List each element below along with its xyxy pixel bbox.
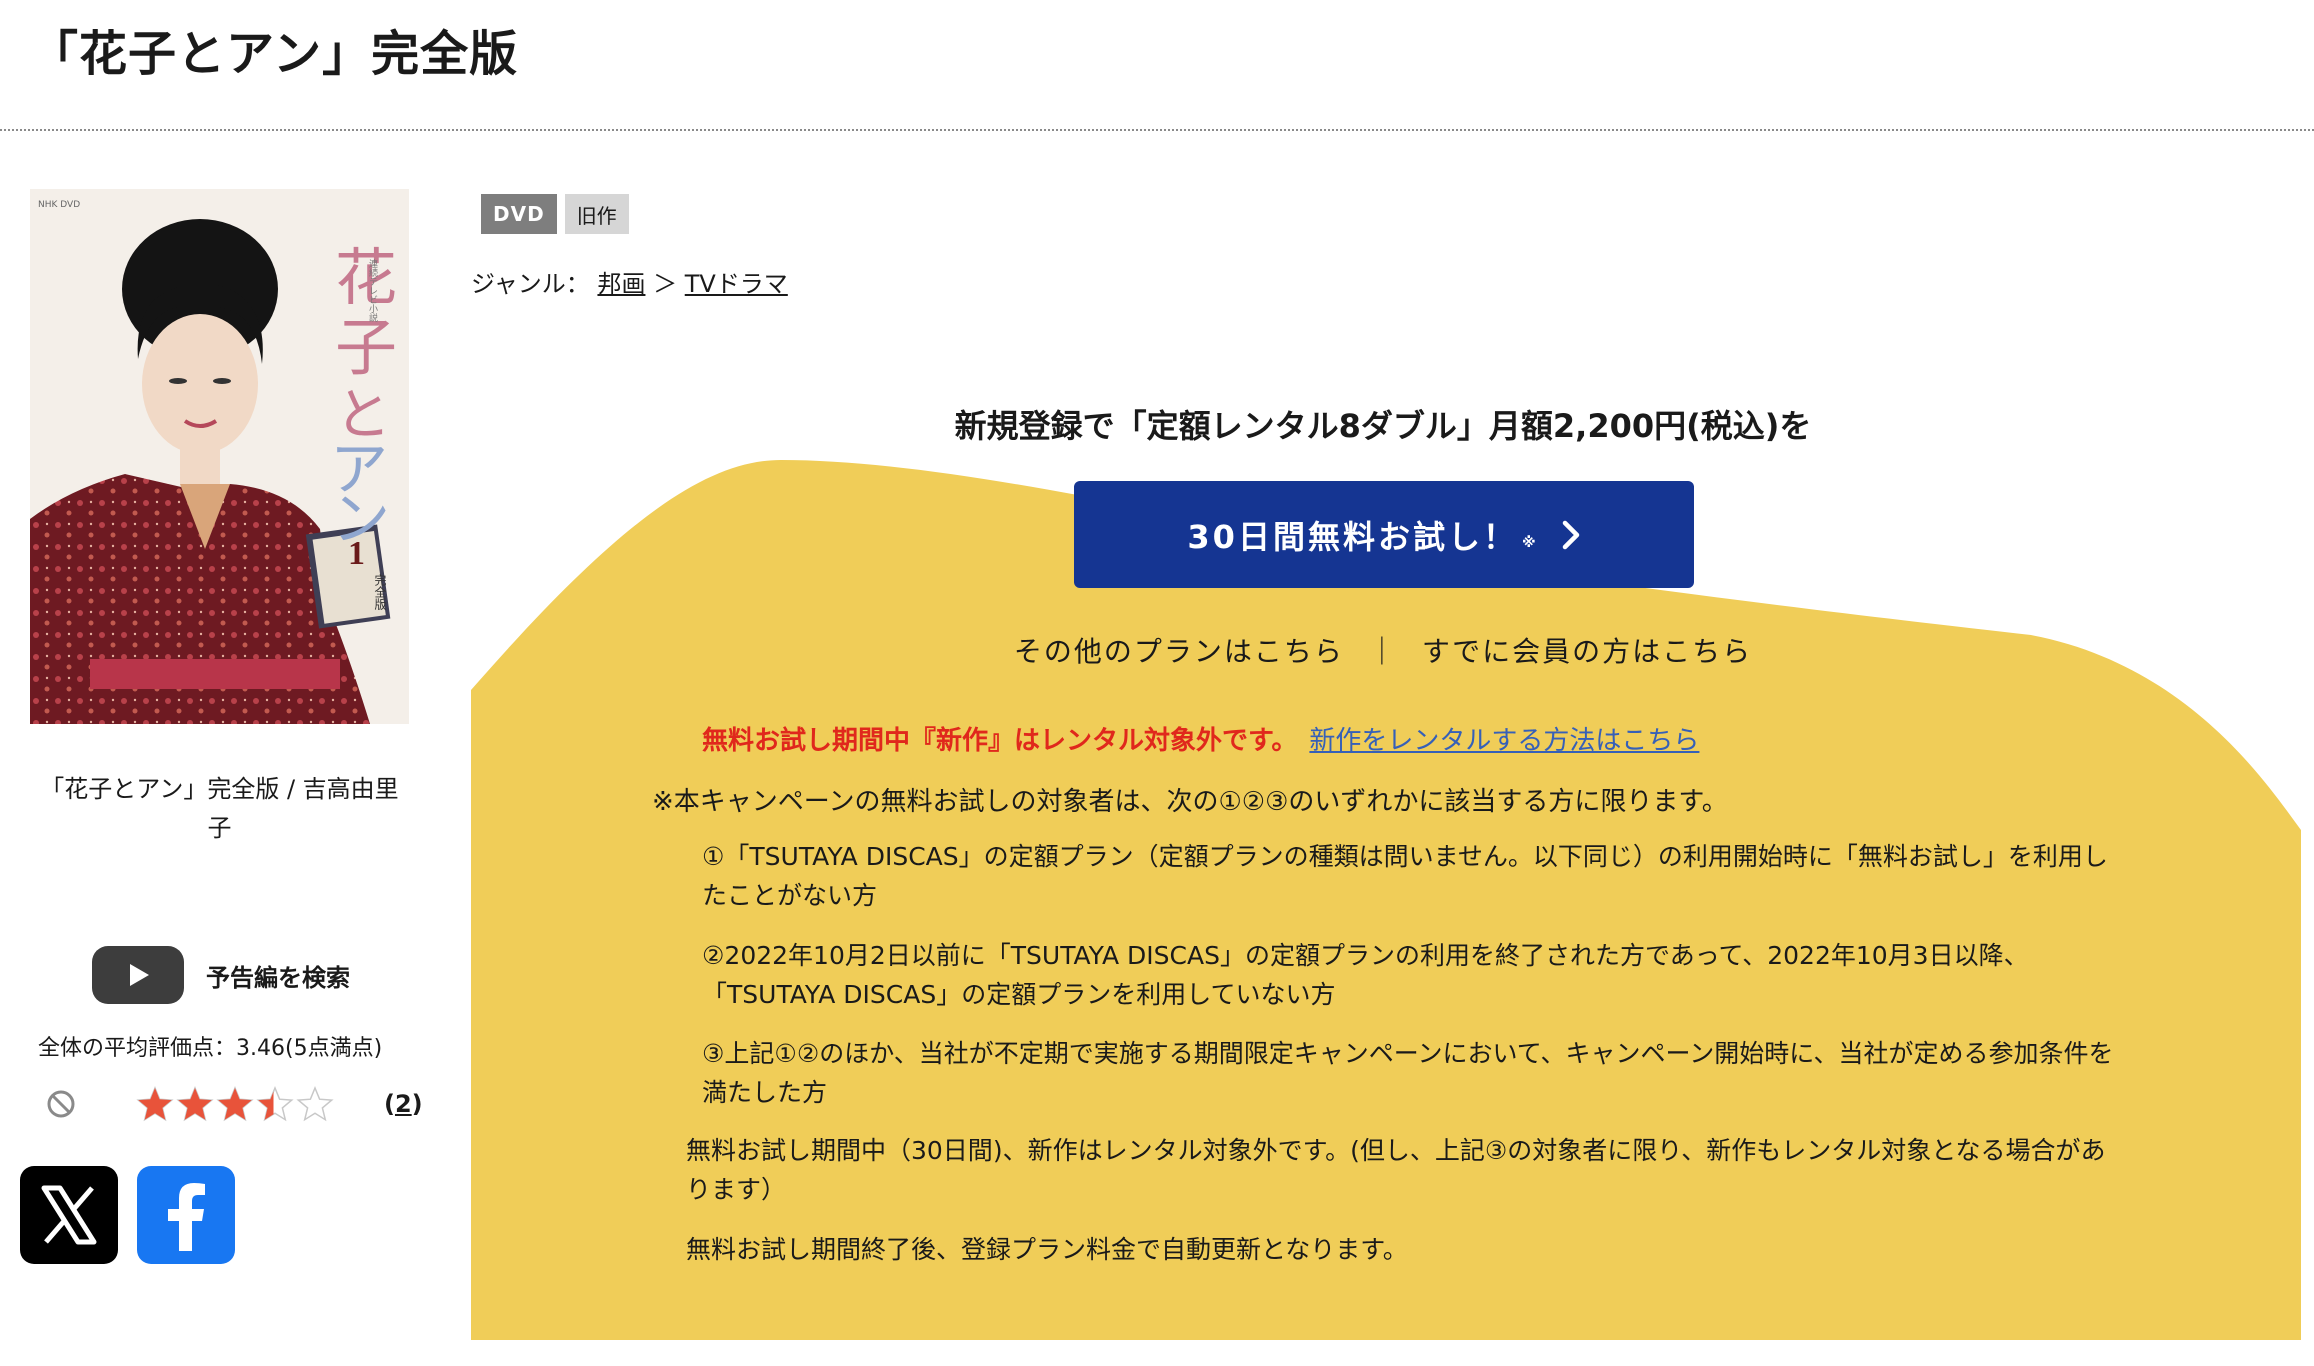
free-trial-button-label[interactable]: 30日間無料お試し！ — [1187, 512, 1518, 558]
rating-row: (2) — [46, 1086, 423, 1122]
eligibility-condition-1: ①「TSUTAYA DISCAS」の定額プラン（定額プランの種類は問いません。以… — [702, 842, 2108, 910]
star-rating — [136, 1086, 334, 1122]
average-rating-value: 3.46(5点満点) — [236, 1036, 383, 1061]
cover-title-char: 花 — [335, 245, 397, 313]
cover-logo: NHK DVD — [38, 200, 80, 210]
genre-breadcrumb: ジャンル： 邦画 ＞ TVドラマ — [471, 264, 788, 299]
product-name: 「花子とアン」完全版 / 吉高由里子 — [40, 775, 399, 842]
star-icon — [296, 1086, 334, 1122]
badge-dvd: DVD — [481, 194, 557, 234]
review-count[interactable]: (2) — [384, 1090, 423, 1118]
trailer-search-label[interactable]: 予告編を検索 — [206, 958, 350, 993]
new-release-warning-text: 無料お試し期間中『新作』はレンタル対象外です。 — [702, 726, 1298, 756]
campaign-headline: 新規登録で「定額レンタル8ダブル」月額2,200円(税込)を — [954, 407, 1812, 445]
trailer-search[interactable]: 予告編を検索 — [92, 946, 350, 1004]
genre-link-tv-drama[interactable]: TVドラマ — [685, 270, 788, 298]
average-rating: 全体の平均評価点：3.46(5点満点) — [38, 1030, 382, 1062]
dvd-cover-image[interactable]: 花 子 と ア ン 連続テレビ小説 NHK DVD 1 完全版 — [30, 189, 409, 724]
genre-link-hoga[interactable]: 邦画 — [597, 270, 645, 298]
genre-separator: ＞ — [653, 270, 678, 298]
new-release-rental-link[interactable]: 新作をレンタルする方法はこちら — [1309, 726, 1699, 756]
cover-subtitle: 連続テレビ小説 — [367, 258, 378, 323]
title-divider — [0, 129, 2314, 131]
free-trial-note-mark: ※ — [1521, 534, 1539, 551]
eligibility-condition-2: ②2022年10月2日以前に「TSUTAYA DISCAS」の定額プランの利用を… — [702, 941, 2029, 1009]
other-plans-link[interactable]: その他のプランはこちら — [1014, 635, 1344, 668]
average-rating-label: 全体の平均評価点： — [38, 1036, 237, 1061]
star-icon — [176, 1086, 214, 1122]
auto-renewal-note: 無料お試し期間終了後、登録プラン料金で自動更新となります。 — [686, 1235, 1408, 1264]
plan-links-separator: ｜ — [1367, 635, 1398, 668]
eligibility-condition-3: ③上記①②のほか、当社が不定期で実施する期間限定キャンペーンにおいて、キャンペー… — [702, 1039, 2114, 1107]
dvd-cover-art: 花 子 と ア ン 連続テレビ小説 NHK DVD 1 完全版 — [30, 189, 409, 724]
free-trial-button[interactable]: 30日間無料お試し！ ※ — [1074, 481, 1694, 588]
youtube-play-icon[interactable] — [92, 946, 184, 1004]
review-count-link[interactable]: 2 — [395, 1090, 412, 1118]
badge-old-release: 旧作 — [564, 194, 629, 234]
star-icon — [256, 1086, 294, 1122]
star-icon — [136, 1086, 174, 1122]
trial-period-note: 無料お試し期間中（30日間)、新作はレンタル対象外です。(但し、上記③の対象者に… — [686, 1136, 2106, 1204]
x-logo-icon[interactable] — [20, 1166, 118, 1264]
genre-label: ジャンル： — [471, 270, 590, 298]
eligibility-note: ※本キャンペーンの無料お試しの対象者は、次の①②③のいずれかに該当する方に限りま… — [652, 787, 1728, 817]
format-badges: DVD 旧作 — [481, 194, 629, 234]
member-login-link[interactable]: すでに会員の方はこちら — [1422, 635, 1752, 668]
page-title: 「花子とアン」完全版 — [30, 26, 519, 82]
star-icon — [216, 1086, 254, 1122]
facebook-logo-icon[interactable] — [137, 1166, 235, 1264]
chevron-right-icon — [1562, 520, 1579, 549]
cover-edition: 完全版 — [373, 573, 387, 611]
cover-title-char: 子 — [335, 315, 397, 383]
social-share — [20, 1166, 235, 1264]
new-release-warning: 無料お試し期間中『新作』はレンタル対象外です。 新作をレンタルする方法はこちら — [702, 720, 1699, 757]
prohibited-icon[interactable] — [46, 1089, 76, 1119]
cover-volume: 1 — [348, 535, 365, 572]
plan-links: その他のプランはこちら ｜ すでに会員の方はこちら — [471, 630, 2295, 670]
